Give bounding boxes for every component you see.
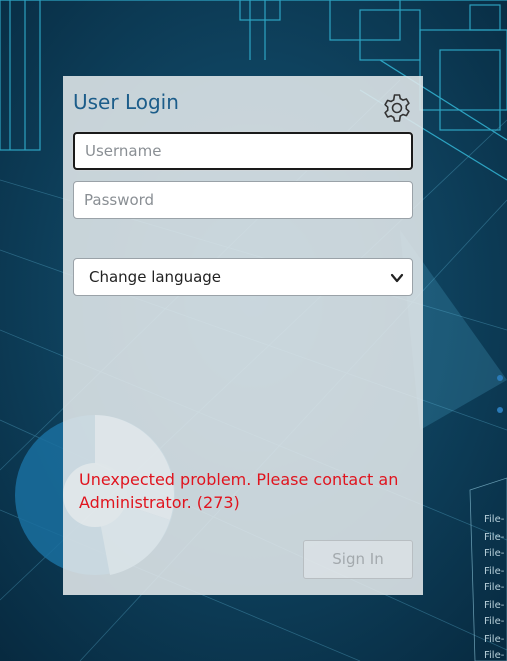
language-select[interactable]: Change language bbox=[73, 258, 413, 296]
error-message: Unexpected problem. Please contact an Ad… bbox=[79, 470, 399, 512]
svg-text:File-: File- bbox=[484, 616, 505, 627]
svg-text:File-: File- bbox=[484, 634, 505, 645]
login-panel: User Login Change language Unexpected pr… bbox=[63, 76, 423, 595]
svg-text:File-: File- bbox=[484, 532, 505, 543]
svg-text:File-: File- bbox=[484, 548, 505, 559]
password-field[interactable] bbox=[73, 181, 413, 219]
sign-in-button[interactable]: Sign In bbox=[303, 540, 413, 579]
username-field[interactable] bbox=[73, 132, 413, 170]
language-select-label: Change language bbox=[89, 268, 222, 286]
svg-text:File-: File- bbox=[484, 600, 505, 611]
page-title: User Login bbox=[73, 90, 179, 114]
svg-text:File-: File- bbox=[484, 650, 505, 661]
svg-text:File-: File- bbox=[484, 582, 505, 593]
svg-text:File-: File- bbox=[484, 514, 505, 525]
svg-text:File-: File- bbox=[484, 566, 505, 577]
chevron-down-icon bbox=[390, 273, 404, 283]
gear-icon[interactable] bbox=[381, 92, 413, 124]
